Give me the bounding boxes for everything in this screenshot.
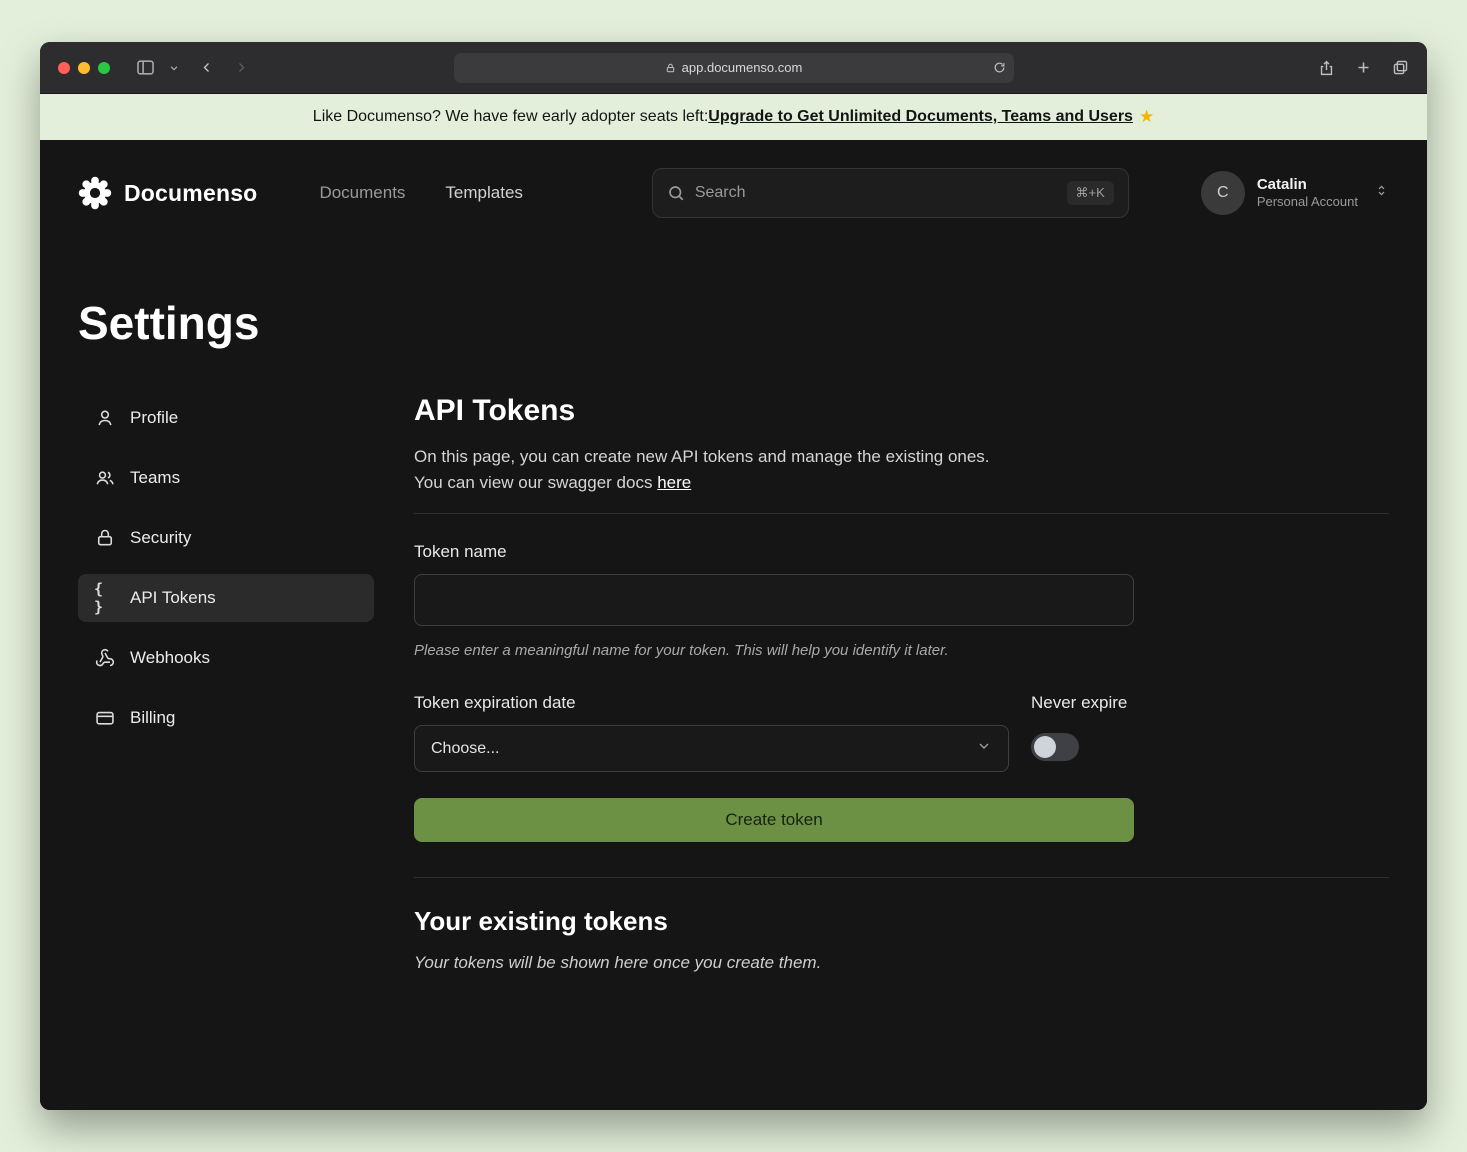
create-token-button[interactable]: Create token — [414, 798, 1134, 842]
refresh-icon[interactable] — [993, 61, 1006, 74]
account-name: Catalin — [1257, 176, 1358, 195]
section-heading: API Tokens — [414, 394, 1389, 428]
browser-titlebar: app.documenso.com — [40, 42, 1427, 94]
zoom-window-button[interactable] — [98, 62, 110, 74]
chevron-down-icon — [976, 738, 992, 759]
promo-banner: Like Documenso? We have few early adopte… — [40, 94, 1427, 140]
minimize-window-button[interactable] — [78, 62, 90, 74]
chevron-up-down-icon — [1374, 182, 1389, 204]
nav-templates[interactable]: Templates — [445, 183, 522, 203]
back-icon[interactable] — [201, 58, 213, 77]
sidebar-item-label: Teams — [130, 468, 180, 488]
sidebar-toggle-icon[interactable] — [136, 58, 155, 77]
page-title: Settings — [78, 296, 1389, 350]
sidebar-item-teams[interactable]: Teams — [78, 454, 374, 502]
tab-overview-icon[interactable] — [1392, 59, 1409, 76]
sidebar-item-api-tokens[interactable]: { } API Tokens — [78, 574, 374, 622]
traffic-lights — [58, 62, 110, 74]
toggle-knob — [1034, 736, 1056, 758]
documenso-logo-icon — [78, 176, 112, 210]
existing-tokens-heading: Your existing tokens — [414, 906, 1389, 937]
existing-tokens-empty-text: Your tokens will be shown here once you … — [414, 953, 1389, 973]
sidebar-item-label: Billing — [130, 708, 175, 728]
sidebar-item-webhooks[interactable]: Webhooks — [78, 634, 374, 682]
new-tab-icon[interactable] — [1355, 59, 1372, 76]
token-name-input[interactable] — [414, 574, 1134, 626]
avatar: C — [1201, 171, 1245, 215]
share-icon[interactable] — [1318, 59, 1335, 77]
nav-documents[interactable]: Documents — [319, 183, 405, 203]
users-icon — [94, 468, 116, 488]
expiration-select[interactable]: Choose... — [414, 725, 1009, 772]
section-description-line1: On this page, you can create new API tok… — [414, 444, 1389, 470]
browser-window: app.documenso.com Like Documenso? We hav… — [40, 42, 1427, 1110]
sidebar-item-label: Security — [130, 528, 191, 548]
star-icon: ★ — [1139, 107, 1154, 127]
user-icon — [94, 408, 116, 428]
chevron-down-icon[interactable] — [169, 63, 179, 73]
lock-icon — [665, 62, 676, 74]
divider — [414, 877, 1389, 878]
brand-name: Documenso — [124, 180, 257, 207]
url-text: app.documenso.com — [682, 60, 803, 75]
sidebar-item-billing[interactable]: Billing — [78, 694, 374, 742]
settings-sidebar: Profile Teams Security { } API Token — [78, 394, 374, 973]
api-tokens-panel: API Tokens On this page, you can create … — [414, 394, 1389, 973]
swagger-docs-link[interactable]: here — [657, 473, 691, 492]
app-header: Documenso Documents Templates Search ⌘+K… — [40, 140, 1427, 246]
close-window-button[interactable] — [58, 62, 70, 74]
token-name-label: Token name — [414, 542, 1389, 562]
sidebar-item-label: Profile — [130, 408, 178, 428]
expiration-selected-value: Choose... — [431, 740, 499, 758]
expiration-label: Token expiration date — [414, 693, 1009, 713]
lock-icon — [94, 528, 116, 548]
sidebar-item-profile[interactable]: Profile — [78, 394, 374, 442]
address-bar[interactable]: app.documenso.com — [454, 53, 1014, 83]
upgrade-link[interactable]: Upgrade to Get Unlimited Documents, Team… — [708, 108, 1133, 126]
search-placeholder: Search — [695, 184, 746, 202]
webhook-icon — [94, 648, 116, 668]
credit-card-icon — [94, 708, 116, 728]
search-icon — [667, 184, 685, 202]
main-nav: Documents Templates — [319, 183, 522, 203]
sidebar-item-label: API Tokens — [130, 588, 216, 608]
forward-icon[interactable] — [235, 58, 247, 77]
braces-icon: { } — [94, 580, 116, 616]
search-input[interactable]: Search ⌘+K — [652, 168, 1129, 218]
sidebar-item-label: Webhooks — [130, 648, 210, 668]
documenso-logo[interactable]: Documenso — [78, 176, 257, 210]
divider — [414, 513, 1389, 514]
promo-text: Like Documenso? We have few early adopte… — [313, 108, 708, 126]
app-content: Documenso Documents Templates Search ⌘+K… — [40, 140, 1427, 1110]
never-expire-label: Never expire — [1031, 693, 1134, 713]
account-type: Personal Account — [1257, 194, 1358, 210]
token-name-helper: Please enter a meaningful name for your … — [414, 642, 1389, 659]
section-description-line2: You can view our swagger docs — [414, 473, 657, 492]
sidebar-item-security[interactable]: Security — [78, 514, 374, 562]
existing-tokens-section: Your existing tokens Your tokens will be… — [414, 906, 1389, 973]
search-shortcut: ⌘+K — [1067, 181, 1114, 205]
never-expire-toggle[interactable] — [1031, 733, 1079, 761]
account-menu[interactable]: C Catalin Personal Account — [1201, 171, 1389, 215]
